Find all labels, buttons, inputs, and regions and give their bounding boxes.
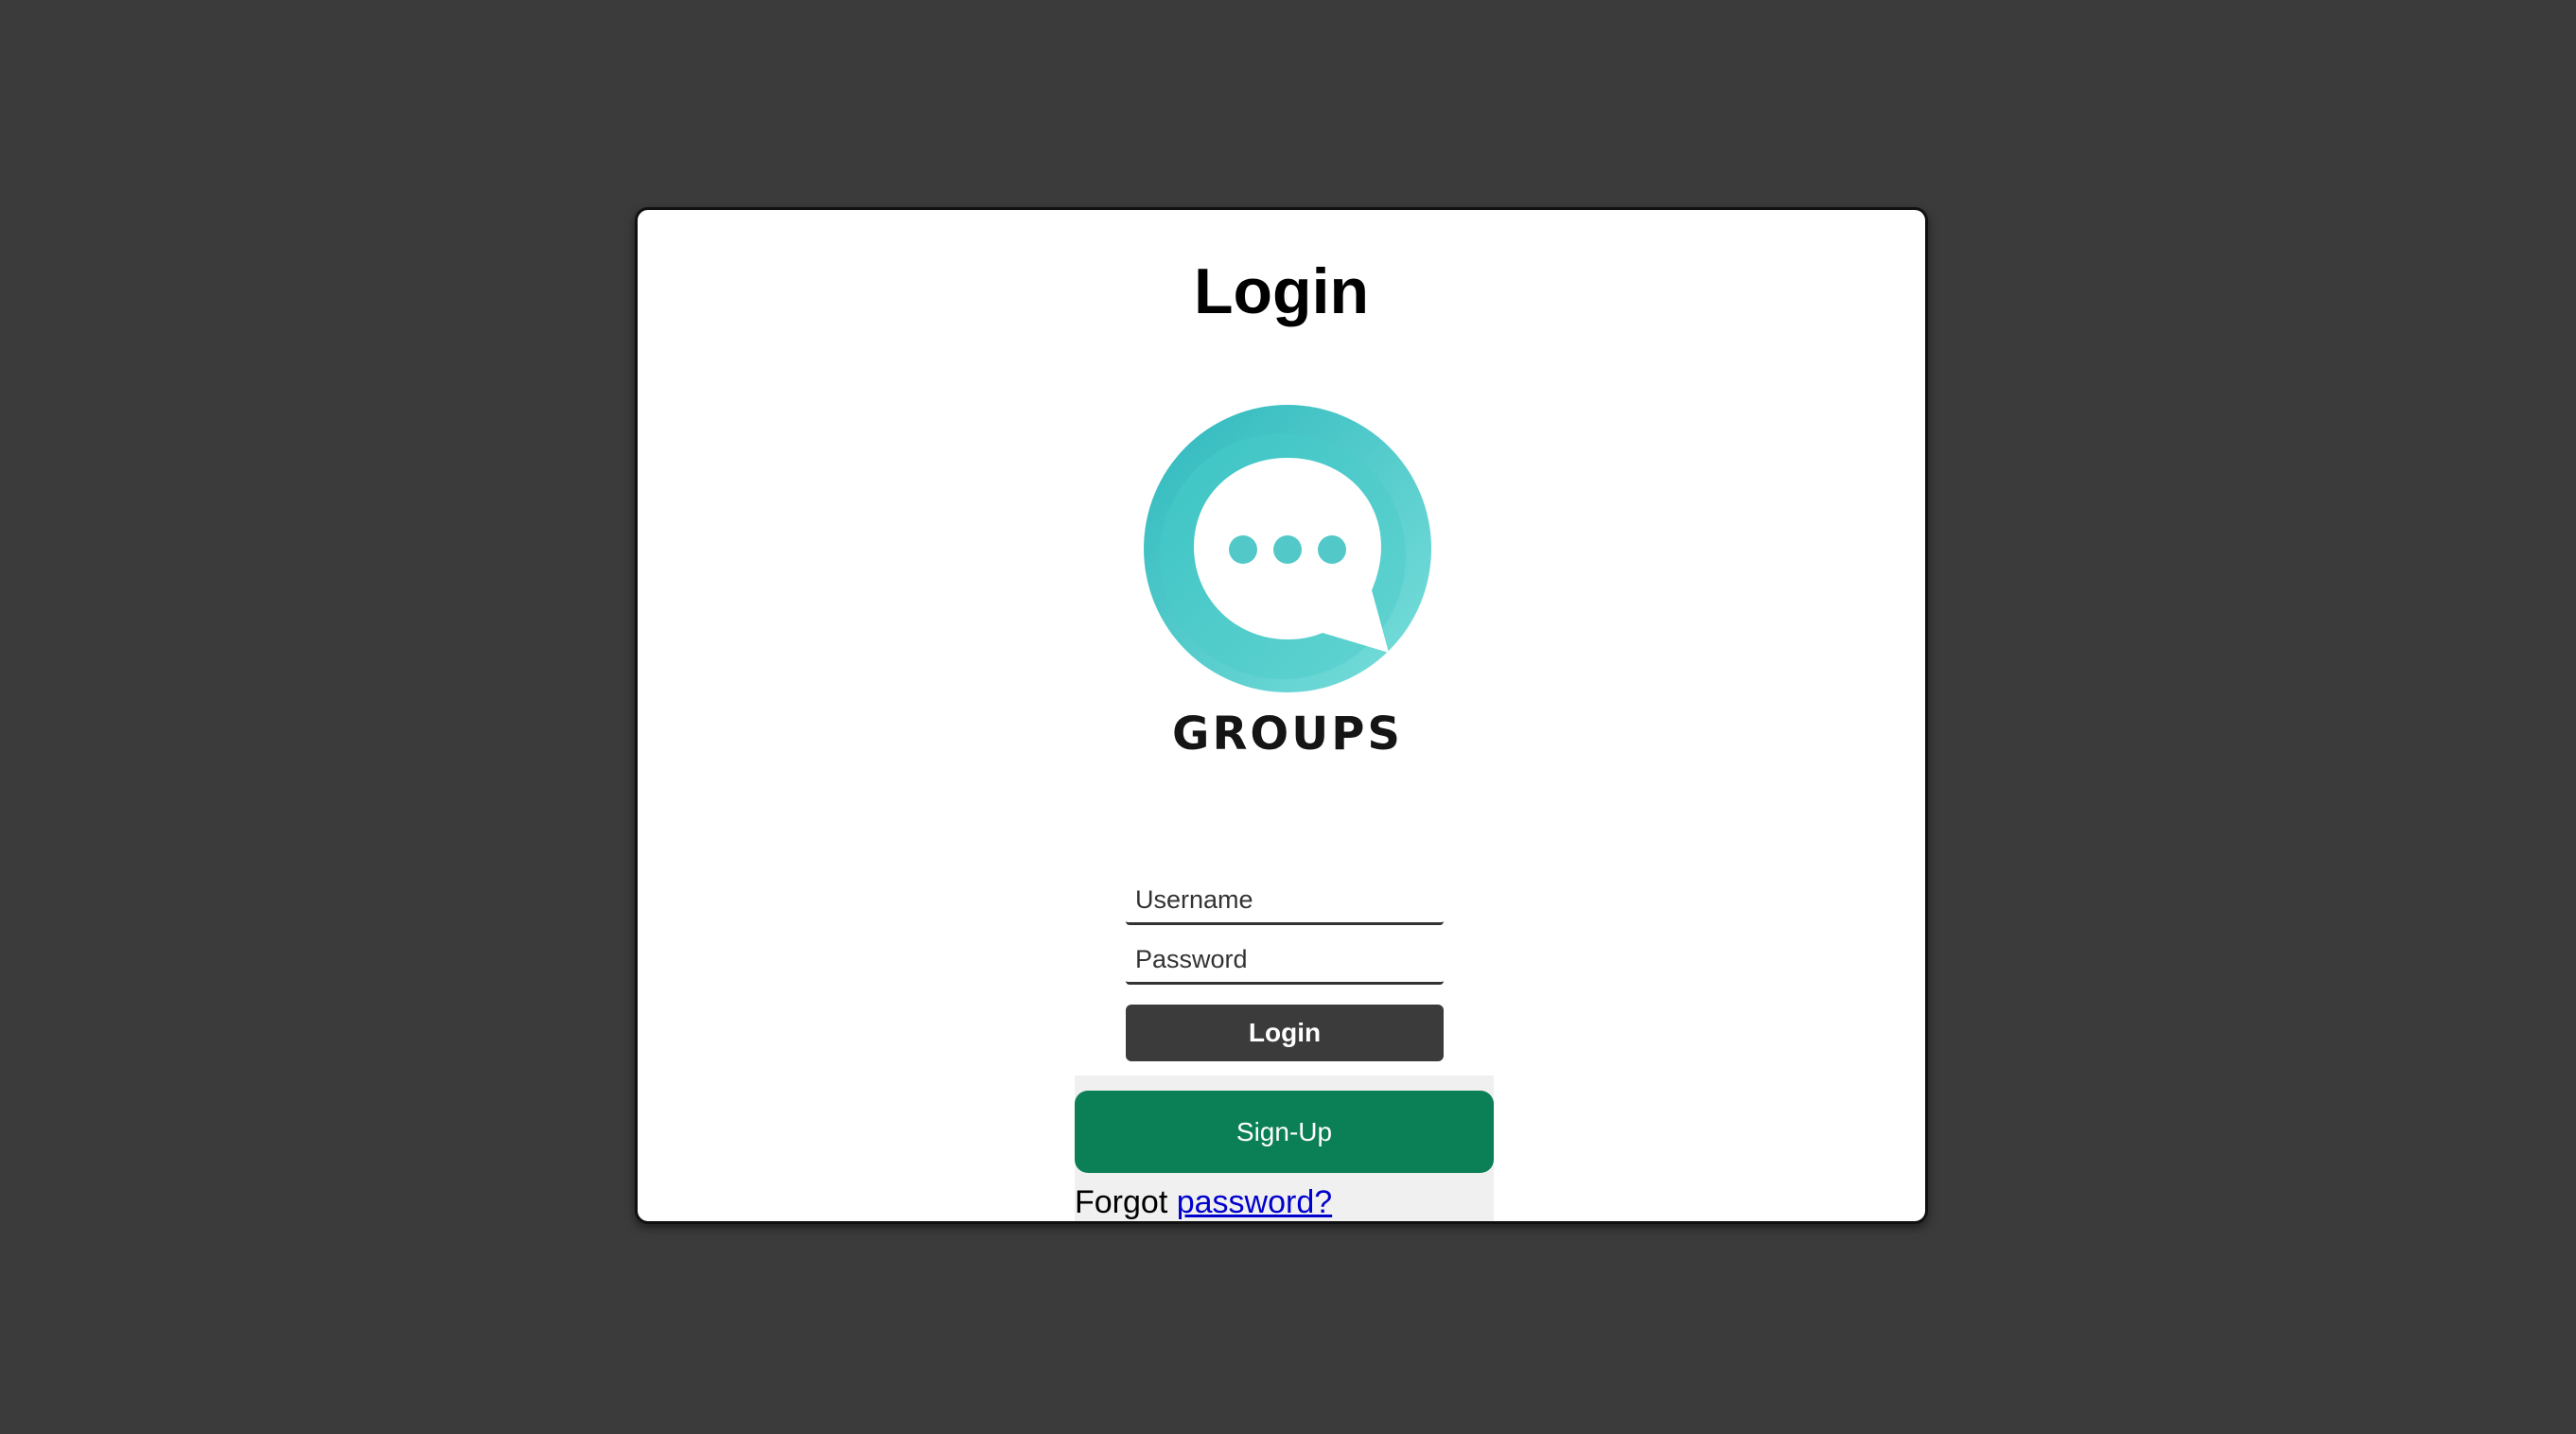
chat-bubble-icon [1144, 405, 1431, 692]
username-input[interactable] [1126, 878, 1444, 925]
signup-button[interactable]: Sign-Up [1075, 1091, 1494, 1173]
groups-logo: GROUPS [1141, 405, 1434, 764]
login-button[interactable]: Login [1126, 1005, 1444, 1061]
page-title: Login [1193, 255, 1370, 327]
logo-text: GROUPS [1172, 708, 1403, 761]
forgot-password-link[interactable]: password? [1177, 1184, 1332, 1220]
forgot-prefix: Forgot [1075, 1184, 1168, 1220]
login-card: Login GROUPS Login Sign-U [635, 207, 1928, 1224]
forgot-password-text: Forgot password? [1075, 1184, 1332, 1221]
signup-panel: Sign-Up Forgot password? [1075, 1076, 1494, 1221]
password-input[interactable] [1126, 937, 1444, 985]
